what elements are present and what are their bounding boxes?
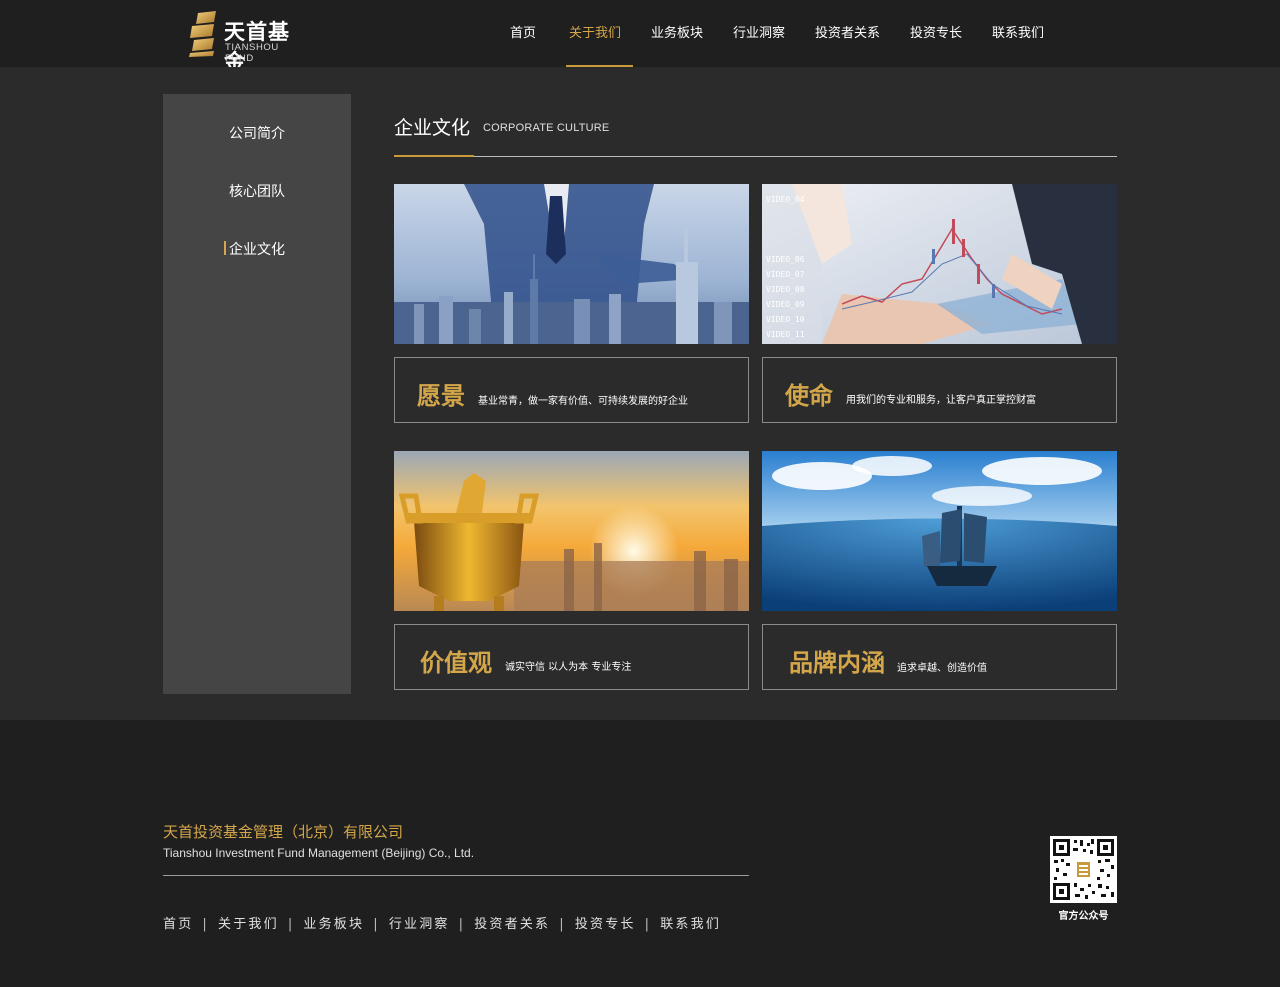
values-heading: 价值观 bbox=[420, 649, 492, 677]
svg-text:VIDEO_08: VIDEO_08 bbox=[766, 285, 805, 294]
values-card: 价值观 诚实守信 以人为本 专业专注 bbox=[394, 624, 749, 690]
section-subtitle: CORPORATE CULTURE bbox=[483, 122, 610, 134]
main-content: 公司简介 核心团队 企业文化 企业文化 CORPORATE CULTURE 愿景… bbox=[0, 67, 1280, 720]
nav-about[interactable]: 关于我们 bbox=[569, 0, 621, 67]
brand-card: 品牌内涵 追求卓越、创造价值 bbox=[762, 624, 1117, 690]
footer-separator: | bbox=[202, 917, 209, 932]
footer-company-en: Tianshou Investment Fund Management (Bei… bbox=[163, 846, 475, 860]
footer-separator: | bbox=[458, 917, 466, 932]
section-divider-accent bbox=[394, 155, 474, 157]
footer-divider bbox=[163, 875, 749, 876]
svg-text:VIDEO_04: VIDEO_04 bbox=[766, 195, 805, 204]
mission-image: VIDEO_04 VIDEO_06 VIDEO_07 VIDEO_08 VIDE… bbox=[762, 184, 1117, 344]
site-logo[interactable]: 天首基金 TIANSHOU FUND bbox=[188, 11, 308, 74]
values-image bbox=[394, 451, 749, 611]
brand-text: 追求卓越、创造价值 bbox=[897, 663, 987, 674]
footer-link-home[interactable]: 首页 bbox=[163, 917, 193, 932]
svg-text:VIDEO_11: VIDEO_11 bbox=[766, 330, 805, 339]
svg-text:VIDEO_09: VIDEO_09 bbox=[766, 300, 805, 309]
nav-investor-relations[interactable]: 投资者关系 bbox=[815, 0, 880, 67]
svg-text:VIDEO_06: VIDEO_06 bbox=[766, 255, 805, 264]
mission-heading: 使命 bbox=[785, 382, 833, 410]
nav-expertise[interactable]: 投资专长 bbox=[910, 0, 962, 67]
vision-image bbox=[394, 184, 749, 344]
sidebar-item-corporate-culture[interactable]: 企业文化 bbox=[163, 239, 351, 259]
sidebar-item-core-team[interactable]: 核心团队 bbox=[163, 181, 351, 201]
site-footer: 天首投资基金管理（北京）有限公司 Tianshou Investment Fun… bbox=[0, 720, 1280, 987]
nav-home[interactable]: 首页 bbox=[510, 0, 536, 67]
site-header: 天首基金 TIANSHOU FUND 首页 关于我们 业务板块 行业洞察 投资者… bbox=[0, 0, 1280, 74]
wechat-qr-code bbox=[1050, 836, 1117, 903]
footer-link-insights[interactable]: 行业洞察 bbox=[389, 917, 450, 932]
vision-heading: 愿景 bbox=[417, 382, 465, 410]
footer-nav: 首页 | 关于我们 | 业务板块 | 行业洞察 | 投资者关系 | 投资专长 | 联系我们 bbox=[163, 913, 721, 932]
footer-separator: | bbox=[287, 917, 295, 932]
footer-separator: | bbox=[373, 917, 380, 932]
footer-company-cn: 天首投资基金管理（北京）有限公司 bbox=[163, 823, 404, 841]
brand-image bbox=[762, 451, 1117, 611]
qr-code-icon bbox=[1050, 836, 1117, 903]
values-text: 诚实守信 以人为本 专业专注 bbox=[505, 662, 632, 673]
nav-contact[interactable]: 联系我们 bbox=[992, 0, 1044, 67]
sidebar-item-company-profile[interactable]: 公司简介 bbox=[163, 123, 351, 143]
mission-card: 使命 用我们的专业和服务，让客户真正掌控财富 bbox=[762, 357, 1117, 423]
qr-code-label: 官方公众号 bbox=[1058, 911, 1109, 922]
footer-separator: | bbox=[644, 917, 652, 932]
footer-link-investor-relations[interactable]: 投资者关系 bbox=[474, 917, 550, 932]
svg-text:VIDEO_10: VIDEO_10 bbox=[766, 315, 805, 324]
nav-insights[interactable]: 行业洞察 bbox=[733, 0, 785, 67]
vision-card: 愿景 基业常青，做一家有价值、可持续发展的好企业 bbox=[394, 357, 749, 423]
footer-link-business[interactable]: 业务板块 bbox=[303, 917, 364, 932]
logo-mark-icon bbox=[189, 11, 216, 57]
brand-heading: 品牌内涵 bbox=[789, 649, 885, 677]
footer-link-contact[interactable]: 联系我们 bbox=[660, 917, 721, 932]
vision-text: 基业常青，做一家有价值、可持续发展的好企业 bbox=[478, 396, 688, 407]
sidebar: 公司简介 核心团队 企业文化 bbox=[163, 94, 351, 694]
section-divider bbox=[394, 156, 1117, 157]
logo-text-en: TIANSHOU FUND bbox=[225, 42, 279, 64]
nav-business[interactable]: 业务板块 bbox=[651, 0, 703, 67]
footer-link-about[interactable]: 关于我们 bbox=[218, 917, 279, 932]
footer-link-expertise[interactable]: 投资专长 bbox=[575, 917, 636, 932]
mission-text: 用我们的专业和服务，让客户真正掌控财富 bbox=[846, 395, 1036, 406]
footer-separator: | bbox=[559, 917, 566, 932]
section-title: 企业文化 bbox=[394, 117, 471, 139]
svg-text:VIDEO_07: VIDEO_07 bbox=[766, 270, 805, 279]
